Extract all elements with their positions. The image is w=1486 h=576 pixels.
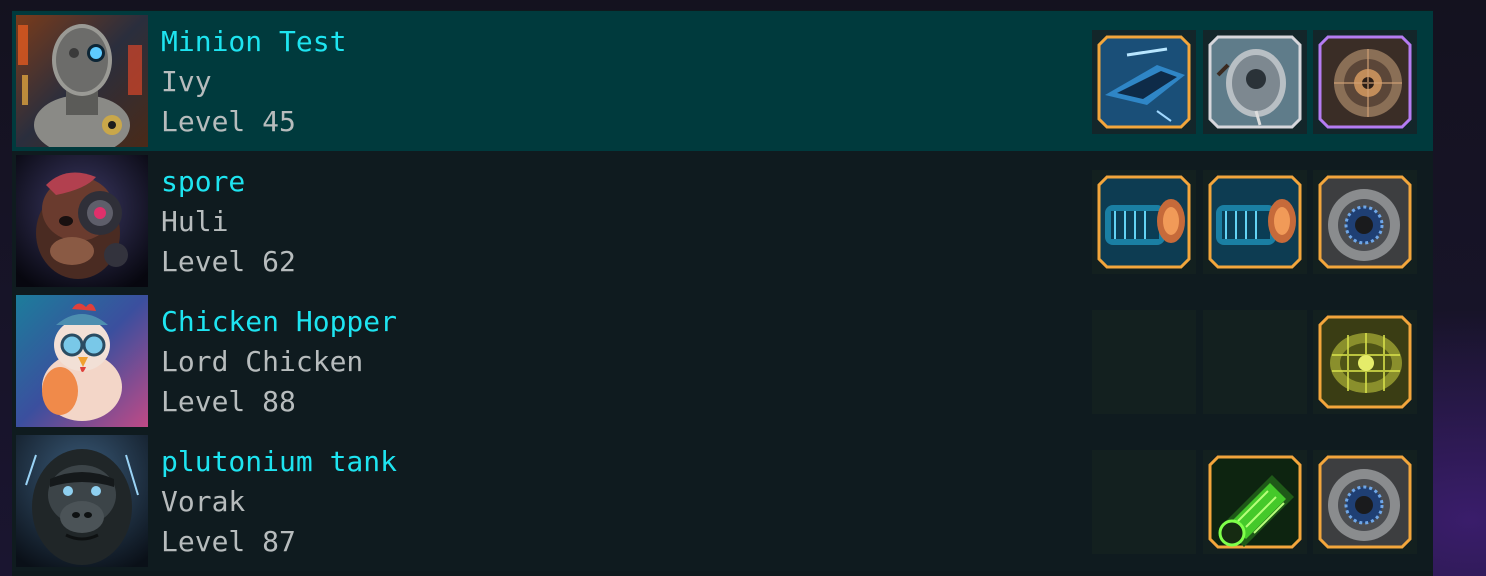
equipment-slots — [1092, 310, 1422, 414]
pilot-name: Vorak — [161, 485, 246, 518]
equipment-slot[interactable] — [1092, 30, 1196, 134]
equipment-slot[interactable] — [1313, 170, 1417, 274]
equipment-slots — [1092, 450, 1422, 554]
minion-name: spore — [161, 165, 246, 198]
equipment-slot[interactable] — [1203, 30, 1307, 134]
pilot-name: Huli — [161, 205, 229, 238]
equipment-slot[interactable] — [1313, 30, 1417, 134]
blaster-icon — [1097, 175, 1191, 269]
equipment-slot[interactable] — [1203, 170, 1307, 274]
equipment-slot[interactable] — [1092, 170, 1196, 274]
equipment-slot-empty[interactable] — [1092, 310, 1196, 414]
minion-name: plutonium tank — [161, 445, 398, 478]
capsule-icon — [1208, 35, 1302, 129]
turbine-icon — [1318, 455, 1412, 549]
spaceship-icon — [1097, 35, 1191, 129]
plutonium-canister-icon — [1208, 455, 1302, 549]
equipment-slots — [1092, 30, 1422, 134]
minion-row-chicken-hopper[interactable]: Chicken Hopper Lord Chicken Level 88 — [12, 291, 1433, 431]
turbine-icon — [1318, 175, 1412, 269]
equipment-slot[interactable] — [1203, 450, 1307, 554]
minion-list: Minion Test Ivy Level 45 spore Huli Leve… — [12, 10, 1433, 576]
minion-name: Minion Test — [161, 25, 347, 58]
engine-icon — [1318, 35, 1412, 129]
minion-level: Level 45 — [161, 105, 296, 138]
minion-row-spore[interactable]: spore Huli Level 62 — [12, 151, 1433, 291]
minion-row-minion-test[interactable]: Minion Test Ivy Level 45 — [12, 11, 1433, 151]
blaster-icon — [1208, 175, 1302, 269]
gorilla-portrait — [16, 435, 148, 567]
equipment-slot-empty[interactable] — [1092, 450, 1196, 554]
circuit-engine-icon — [1318, 315, 1412, 409]
minion-level: Level 62 — [161, 245, 296, 278]
robot-portrait — [16, 15, 148, 147]
minion-level: Level 87 — [161, 525, 296, 558]
equipment-slots — [1092, 170, 1422, 274]
pilot-name: Lord Chicken — [161, 345, 364, 378]
minion-row-plutonium-tank[interactable]: plutonium tank Vorak Level 87 — [12, 431, 1433, 571]
minion-level: Level 88 — [161, 385, 296, 418]
equipment-slot[interactable] — [1313, 450, 1417, 554]
equipment-slot[interactable] — [1313, 310, 1417, 414]
cyber-ape-portrait — [16, 155, 148, 287]
minion-name: Chicken Hopper — [161, 305, 398, 338]
equipment-slot-empty[interactable] — [1203, 310, 1307, 414]
chicken-portrait — [16, 295, 148, 427]
pilot-name: Ivy — [161, 65, 212, 98]
